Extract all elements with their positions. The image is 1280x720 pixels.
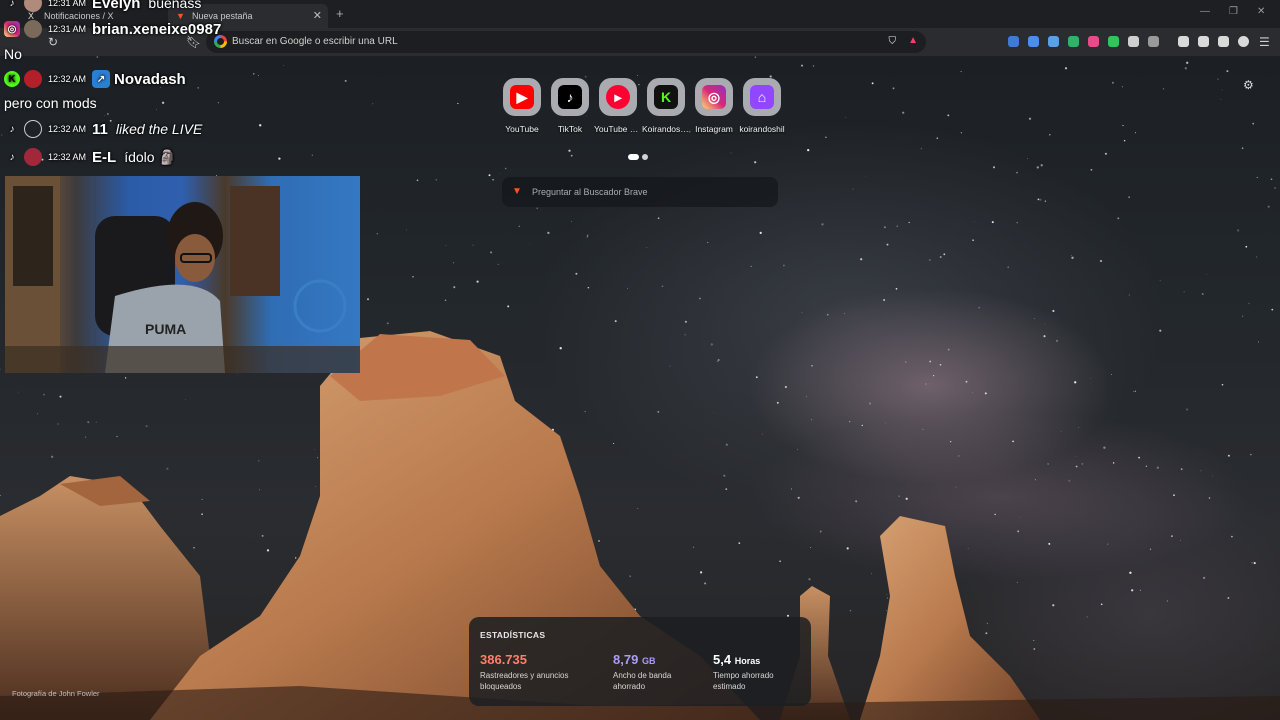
stat-caption: Tiempo ahorrado estimado	[713, 671, 774, 691]
top-site-label: koirandoshil	[739, 124, 785, 134]
stat-caption: Ancho de banda ahorrado	[613, 671, 672, 691]
chat-message: ♪ 12:32 AM 11 liked the LIVE	[4, 120, 202, 138]
chat-text: No	[4, 46, 22, 62]
chat-message: ♪ 12:32 AM E-L ídolo 🗿	[4, 148, 176, 166]
chat-time: 12:32 AM	[48, 124, 87, 134]
avatar	[24, 70, 42, 88]
chat-text: liked the LIVE	[115, 121, 203, 137]
brave-search-box[interactable]: ▼ Preguntar al Buscador Brave	[502, 177, 778, 207]
chat-username: Evelyn	[92, 0, 141, 12]
sidebar-icon[interactable]	[1178, 36, 1189, 47]
stat-trackers: 386.735 Rastreadores y anuncios bloquead…	[480, 652, 570, 692]
avatar	[24, 148, 42, 166]
top-site-label: Instagram	[695, 124, 733, 134]
tiktok-icon: ♪	[9, 123, 15, 135]
chat-username: brian.xeneixe0987	[92, 20, 222, 38]
new-tab-button[interactable]: +	[336, 6, 344, 21]
avatar	[24, 0, 42, 12]
tiktok-icon: ♪	[9, 0, 15, 9]
chat-time: 12:32 AM	[48, 74, 87, 84]
chat-time: 12:32 AM	[48, 152, 87, 162]
top-site-kick[interactable]: K Koirandosh...	[642, 78, 690, 134]
translate-extension-icon[interactable]	[1008, 36, 1019, 47]
top-site-label: YouTube M...	[594, 124, 642, 134]
extension-icon[interactable]	[1108, 36, 1119, 47]
tiktok-icon: ♪	[558, 85, 582, 109]
top-site-label: TikTok	[557, 124, 583, 134]
avatar	[24, 120, 42, 138]
photo-credit: Fotografía de John Fowler	[12, 689, 100, 698]
twitch-icon: ⌂	[750, 85, 774, 109]
stat-value: 5,4	[713, 652, 732, 667]
close-tab-icon[interactable]: ✕	[313, 9, 322, 22]
webcam-overlay: PUMA	[5, 176, 360, 373]
stat-value: 386.735	[480, 652, 527, 667]
screen: X Notificaciones / X ▼ Nueva pestaña ✕ +…	[0, 0, 1280, 720]
chat-message: ♪ 12:31 AM Evelyn buenass	[4, 0, 201, 12]
instagram-icon: ◎	[4, 21, 20, 37]
youtube-icon: ▶	[510, 85, 534, 109]
vpn-icon[interactable]	[1238, 36, 1249, 47]
address-placeholder: Buscar en Google o escribir una URL	[232, 36, 398, 47]
leo-ai-icon[interactable]	[1218, 36, 1229, 47]
minimize-icon[interactable]: —	[1200, 6, 1210, 17]
stats-title: ESTADÍSTICAS	[480, 630, 546, 640]
address-bar[interactable]: Buscar en Google o escribir una URL ⛉ ▲	[206, 31, 926, 53]
youtube-music-icon: ▸	[606, 85, 630, 109]
brave-search-icon: ▼	[512, 186, 522, 197]
stat-value: 8,79	[613, 652, 639, 667]
tiktok-icon: ♪	[9, 151, 15, 163]
chat-time: 12:31 AM	[48, 24, 87, 34]
extension-icon[interactable]	[1068, 36, 1079, 47]
instagram-icon: ◎	[702, 85, 726, 109]
badge-icon: ↗	[92, 70, 111, 88]
extension-icon[interactable]	[1048, 36, 1059, 47]
close-window-icon[interactable]: ✕	[1257, 6, 1265, 17]
top-sites-pager[interactable]	[628, 147, 651, 165]
top-site-twitch[interactable]: ⌂ koirandoshil	[738, 78, 786, 134]
kick-icon: K	[654, 85, 678, 109]
top-site-tiktok[interactable]: ♪ TikTok	[546, 78, 594, 134]
extension-icon[interactable]	[1088, 36, 1099, 47]
settings-gear-icon[interactable]: ⚙	[1243, 78, 1254, 92]
restore-icon[interactable]: ❐	[1229, 6, 1238, 17]
top-site-label: YouTube	[505, 124, 539, 134]
top-site-label: Koirandosh...	[642, 124, 690, 134]
stat-unit: GB	[641, 656, 656, 666]
search-placeholder: Preguntar al Buscador Brave	[532, 187, 648, 197]
stat-caption: Rastreadores y anuncios bloqueados	[480, 671, 569, 691]
brave-shields-icon[interactable]: ⛉	[889, 36, 897, 47]
chat-username: 11	[92, 120, 108, 138]
stat-bandwidth: 8,79 GB Ancho de banda ahorrado	[613, 652, 703, 692]
top-site-instagram[interactable]: ◎ Instagram	[690, 78, 738, 134]
chat-text: pero con mods	[4, 95, 97, 111]
stat-time: 5,4 Horas Tiempo ahorrado estimado	[713, 652, 803, 692]
top-site-youtube-music[interactable]: ▸ YouTube M...	[594, 78, 642, 134]
pager-dot-active[interactable]	[628, 154, 639, 160]
wallet-icon[interactable]	[1198, 36, 1209, 47]
stat-unit: Horas	[734, 656, 761, 666]
avatar	[24, 20, 42, 38]
extensions-puzzle-icon[interactable]	[1128, 36, 1139, 47]
chat-text: ídolo 🗿	[124, 148, 176, 165]
extension-icon[interactable]	[1028, 36, 1039, 47]
top-site-youtube[interactable]: ▶ YouTube	[498, 78, 546, 134]
stats-widget: ESTADÍSTICAS 386.735 Rastreadores y anun…	[469, 617, 811, 706]
brave-rewards-icon[interactable]: ▲	[908, 35, 918, 46]
chat-message: K 12:32 AM ↗ Novadash	[4, 70, 194, 88]
kick-icon: K	[4, 71, 20, 87]
chat-username: Novadash	[114, 70, 186, 88]
extension-icon[interactable]	[1148, 36, 1159, 47]
menu-icon[interactable]: ☰	[1259, 33, 1270, 51]
svg-text:PUMA: PUMA	[145, 321, 186, 337]
chat-text: buenass	[148, 0, 202, 11]
pager-dot[interactable]	[642, 154, 648, 160]
chat-username: E-L	[92, 148, 117, 166]
chat-time: 12:31 AM	[48, 0, 87, 8]
chat-message: ◎ 12:31 AM brian.xeneixe0987	[4, 20, 229, 38]
